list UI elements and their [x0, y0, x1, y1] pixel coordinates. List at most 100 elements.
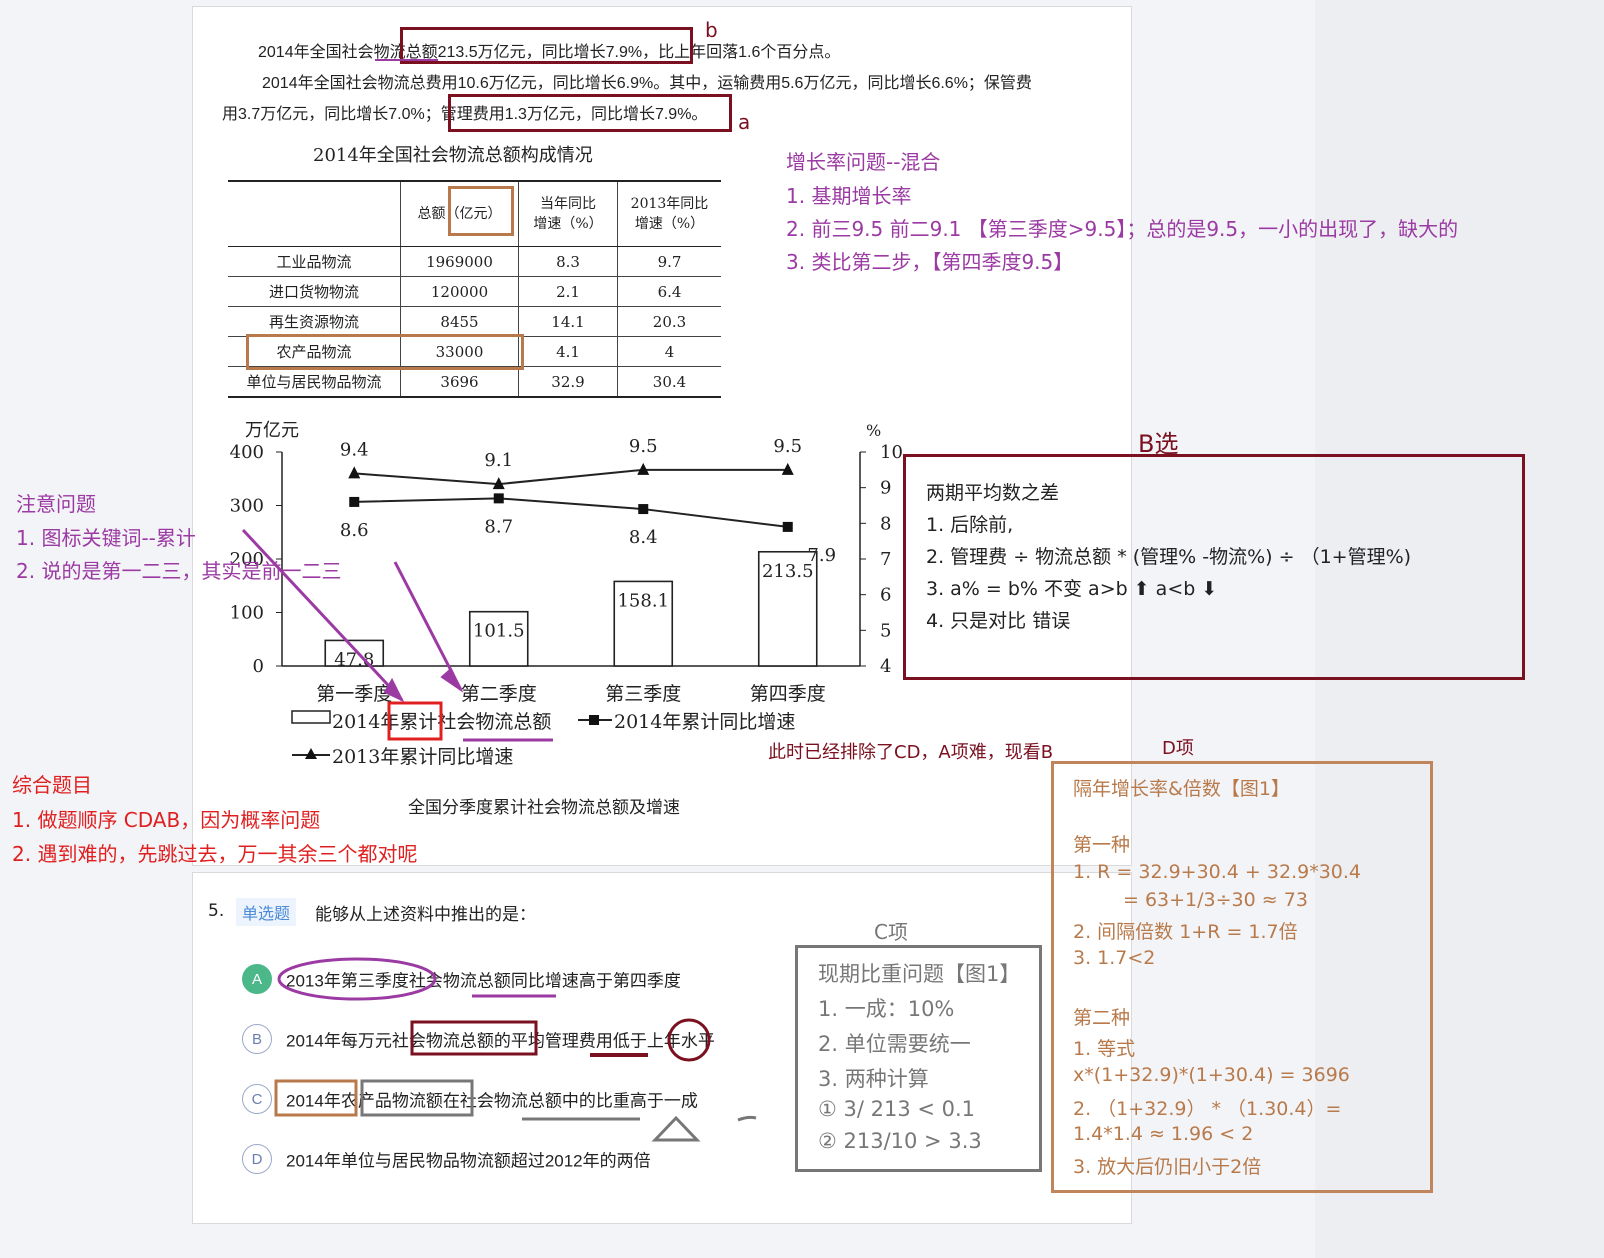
- table-row: 单位与居民物品物流 3696 32.9 30.4: [228, 366, 721, 398]
- b-choice-line: 4. 只是对比 错误: [926, 610, 1071, 632]
- category-label: 第一季度: [316, 683, 392, 705]
- table-cell: 8455: [400, 306, 519, 337]
- table-cell: 再生资源物流: [228, 306, 401, 337]
- table-cell: 4: [617, 336, 721, 367]
- series-2013-label: 9.1: [484, 450, 513, 471]
- series-2014-point: [638, 504, 649, 515]
- farm-row-highlight-box: [246, 334, 524, 370]
- option-text: 2013年第三季度社会物流总额同比增速高于第四季度: [286, 971, 681, 991]
- series-2013-label: 9.4: [340, 439, 369, 460]
- option-b[interactable]: B 2014年每万元社会物流总额的平均管理费用低于上年水平: [242, 1024, 715, 1054]
- category-label: 第四季度: [750, 683, 826, 705]
- mark-a: a: [738, 110, 751, 134]
- table-cell: 30.4: [617, 366, 721, 398]
- d-item-line: 第一种: [1073, 834, 1131, 856]
- option-text: 2014年每万元社会物流总额的平均管理费用低于上年水平: [286, 1031, 715, 1051]
- series-2013-line: [354, 468, 788, 486]
- table-row: 再生资源物流 8455 14.1 20.3: [228, 306, 721, 337]
- d-item-line: = 63+1/3÷30 ≈ 73: [1123, 889, 1308, 911]
- d-item-line: 3. 放大后仍旧小于2倍: [1073, 1156, 1262, 1178]
- left-tick-label: 300: [230, 496, 264, 517]
- option-a[interactable]: A 2013年第三季度社会物流总额同比增速高于第四季度: [242, 964, 681, 994]
- table-cell: 1969000: [400, 246, 519, 277]
- option-letter: B: [242, 1024, 272, 1054]
- growth-note-line: 3. 类比第二步，【第四季度9.5】: [786, 250, 1074, 274]
- c-item-line: 2. 单位需要统一: [818, 1032, 971, 1056]
- growth-note-title: 增长率问题--混合: [786, 150, 941, 174]
- bar-value-label: 47.8: [334, 649, 374, 670]
- table-cell: 6.4: [617, 276, 721, 307]
- right-tick-label: 4: [880, 656, 891, 677]
- mark-b: b: [705, 18, 718, 42]
- attention-note-line: 2. 说的是第一二三，其实是前一二三: [16, 559, 342, 583]
- table-cell: 14.1: [518, 306, 618, 337]
- table-cell: 9.7: [617, 246, 721, 277]
- b-choice-line: 两期平均数之差: [926, 482, 1060, 504]
- question-type-tag: 单选题: [236, 898, 297, 926]
- table-header-cell: 2013年同比 增速（%）: [617, 180, 721, 247]
- option-d[interactable]: D 2014年单位与居民物品物流额超过2012年的两倍: [242, 1144, 651, 1174]
- c-item-line: ① 3/ 213 < 0.1: [818, 1097, 976, 1121]
- category-label: 第三季度: [605, 683, 681, 705]
- right-axis-unit: %: [866, 421, 881, 440]
- table-cell: 进口货物物流: [228, 276, 401, 307]
- b-choice-line: 2. 管理费 ÷ 物流总额 * (管理% -物流%) ÷ （1+管理%): [926, 546, 1412, 568]
- series-2013-point: [348, 466, 361, 479]
- series-2014-label: 8.7: [484, 516, 513, 537]
- c-item-line: 现期比重问题【图1】: [818, 962, 1021, 986]
- d-item-line: 第二种: [1073, 1007, 1131, 1029]
- series-2013-label: 9.5: [629, 436, 658, 457]
- c-item-line: ② 213/10 > 3.3: [818, 1129, 982, 1153]
- chart-caption: 全国分季度累计社会物流总额及增速: [408, 798, 680, 818]
- table-cell: 工业品物流: [228, 246, 401, 277]
- right-tick-label: 9: [880, 478, 891, 499]
- d-item-line: 2. 间隔倍数 1+R = 1.7倍: [1073, 921, 1298, 943]
- series-2013-label: 9.5: [773, 436, 802, 457]
- table-cell: 单位与居民物品物流: [228, 366, 401, 398]
- legend-bar-swatch: [291, 710, 331, 724]
- bar-value-label: 213.5: [762, 561, 814, 582]
- left-axis-unit: 万亿元: [245, 420, 299, 441]
- series-2014-point: [782, 521, 793, 532]
- highlight-box-b: [400, 27, 693, 64]
- option-letter: C: [242, 1084, 272, 1114]
- table-cell: 20.3: [617, 306, 721, 337]
- bar-value-label: 158.1: [617, 590, 669, 611]
- right-tick-label: 6: [880, 585, 891, 606]
- question-number: 5.: [208, 901, 225, 921]
- table-header-cell: [228, 180, 401, 247]
- d-item-title: D项: [1162, 738, 1194, 759]
- d-item-line: 1. 等式: [1073, 1038, 1136, 1060]
- d-item-line: 隔年增长率&倍数【图1】: [1073, 778, 1290, 800]
- table-cell: 120000: [400, 276, 519, 307]
- table-row: 工业品物流 1969000 8.3 9.7: [228, 246, 721, 277]
- d-item-line: 1. R = 32.9+30.4 + 32.9*30.4: [1073, 861, 1362, 883]
- attention-note-line: 1. 图标关键词--累计: [16, 526, 196, 550]
- option-letter: A: [242, 964, 272, 994]
- doc-paragraph-2: 2014年全国社会物流总费用10.6万亿元，同比增长6.9%。其中，运输费用5.…: [262, 75, 1032, 92]
- series-2014-point: [493, 493, 504, 504]
- b-choice-line: 3. a% = b% 不变 a>b ⬆ a<b ⬇: [926, 578, 1218, 600]
- d-item-line: 3. 1.7<2: [1073, 947, 1156, 969]
- table-title: 2014年全国社会物流总额构成情况: [313, 145, 593, 166]
- growth-note-line: 1. 基期增长率: [786, 184, 912, 208]
- quarterly-chart: 010020030040045678910万亿元 %47.8101.5158.12…: [230, 420, 903, 768]
- legend-triangle-marker: [305, 748, 317, 759]
- comprehensive-note-title: 综合题目: [12, 773, 92, 797]
- c-item-title: C项: [874, 920, 908, 944]
- right-tick-label: 8: [880, 513, 891, 534]
- option-letter: D: [242, 1144, 272, 1174]
- question-stem: 能够从上述资料中推出的是：: [315, 905, 536, 925]
- table-header-cell: 当年同比 增速（%）: [518, 180, 618, 247]
- highlight-box-a: [448, 94, 732, 132]
- table-cell: 3696: [400, 366, 519, 398]
- option-c[interactable]: C 2014年农产品物流额在社会物流总额中的比重高于一成: [242, 1084, 698, 1114]
- option-text: 2014年单位与居民物品物流额超过2012年的两倍: [286, 1151, 651, 1171]
- c-item-line: 1. 一成：10%: [818, 997, 955, 1021]
- d-item-line: 2. （1+32.9） * （1.30.4）=: [1073, 1098, 1342, 1120]
- table-cell: 4.1: [518, 336, 618, 367]
- comprehensive-note-line: 1. 做题顺序 CDAB，因为概率问题: [12, 808, 321, 832]
- series-2014-line: [354, 497, 788, 528]
- legend-label: 2014年累计同比增速: [614, 711, 795, 733]
- table-cell: 8.3: [518, 246, 618, 277]
